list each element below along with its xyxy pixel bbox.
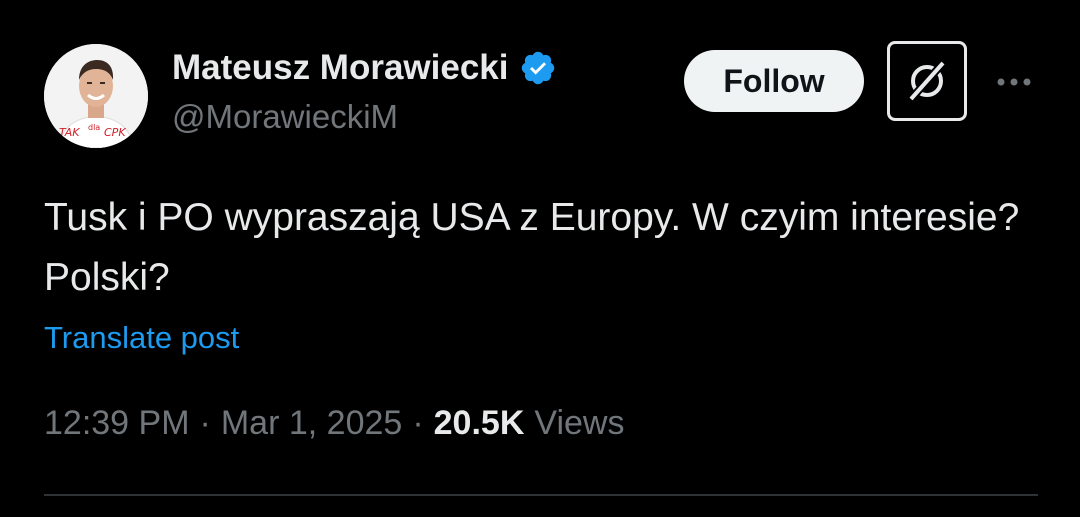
- svg-text:TAK: TAK: [59, 126, 80, 139]
- post-text: Tusk i PO wypraszają USA z Europy. W czy…: [44, 196, 1020, 299]
- author-name-row: Mateusz Morawiecki: [172, 46, 557, 90]
- views-count: 20.5K: [433, 404, 525, 442]
- avatar[interactable]: TAK dla CPK: [44, 44, 148, 148]
- follow-button[interactable]: Follow: [684, 50, 864, 112]
- post-time[interactable]: 12:39 PM: [44, 404, 190, 443]
- verified-badge-icon[interactable]: [519, 49, 557, 87]
- more-horizontal-icon: [997, 78, 1031, 86]
- more-options-button[interactable]: [992, 62, 1036, 102]
- divider: [44, 494, 1038, 496]
- views-label: Views: [534, 404, 625, 442]
- avatar-image: TAK dla CPK: [44, 44, 148, 148]
- post-meta: 12:39 PM · Mar 1, 2025 · 20.5K Views: [44, 404, 624, 443]
- svg-text:CPK: CPK: [104, 126, 126, 139]
- tweet-card: TAK dla CPK Mateusz Morawiecki @Morawiec…: [0, 0, 1080, 517]
- author-handle[interactable]: @MorawieckiM: [172, 98, 557, 136]
- author-display-name[interactable]: Mateusz Morawiecki: [172, 48, 509, 88]
- svg-text:dla: dla: [88, 123, 100, 132]
- meta-separator: ·: [412, 404, 424, 442]
- grok-button[interactable]: [887, 41, 967, 121]
- translate-post-link[interactable]: Translate post: [44, 320, 239, 356]
- grok-icon: [908, 60, 946, 102]
- meta-separator: ·: [199, 404, 211, 442]
- author-info: Mateusz Morawiecki @MorawieckiM: [172, 46, 557, 136]
- post-date[interactable]: Mar 1, 2025: [221, 404, 402, 443]
